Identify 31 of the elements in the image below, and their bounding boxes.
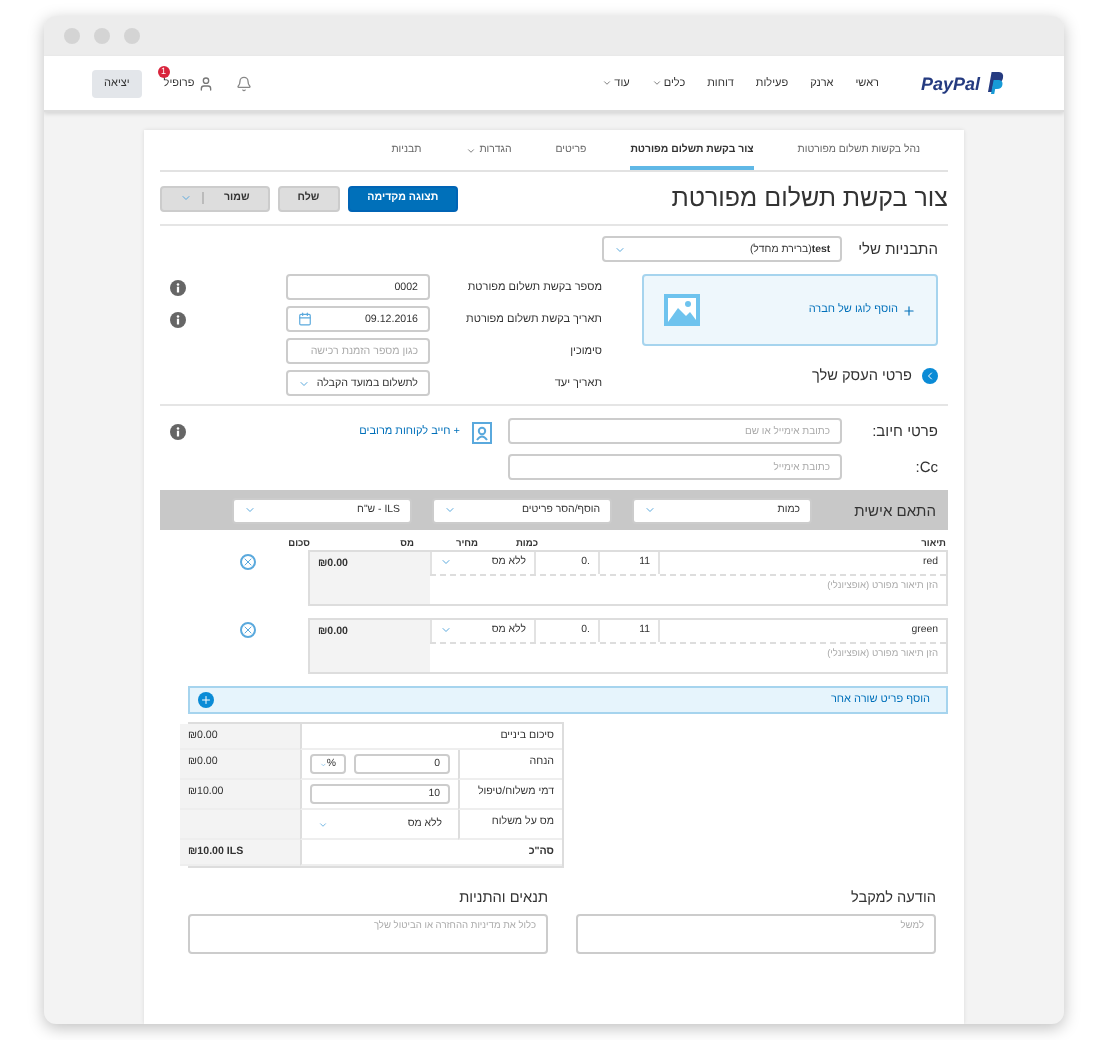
chevron-down-icon xyxy=(440,556,452,568)
chevron-circle-icon xyxy=(922,367,938,383)
chevron-down-icon xyxy=(440,624,452,636)
contact-card-icon xyxy=(472,419,492,443)
chevron-down-icon xyxy=(651,78,662,88)
bell-icon[interactable] xyxy=(236,75,253,91)
chevron-down-icon xyxy=(298,377,310,389)
user-icon xyxy=(198,75,215,91)
chevron-down-icon xyxy=(318,819,328,829)
chevron-down-icon xyxy=(180,192,192,204)
info-icon[interactable] xyxy=(170,279,186,295)
window-control-dot[interactable] xyxy=(94,28,110,44)
window-control-dot[interactable] xyxy=(124,28,140,44)
plus-icon xyxy=(902,303,916,317)
chevron-down-icon xyxy=(244,504,256,516)
remove-icon[interactable] xyxy=(240,554,256,570)
calendar-icon xyxy=(298,312,312,326)
chevron-down-icon xyxy=(644,504,656,516)
paypal-logo[interactable]: PayPal xyxy=(920,72,1004,94)
page-title: צור בקשת תשלום מפורטת xyxy=(671,184,948,212)
chevron-down-icon xyxy=(602,78,613,88)
plus-circle-icon xyxy=(198,692,214,708)
remove-icon[interactable] xyxy=(240,622,256,638)
paypal-logo-icon xyxy=(986,72,1004,94)
window-control-dot[interactable] xyxy=(64,28,80,44)
image-icon xyxy=(664,294,700,326)
info-icon[interactable] xyxy=(170,423,186,439)
info-icon[interactable] xyxy=(170,311,186,327)
chevron-down-icon xyxy=(444,504,456,516)
chevron-down-icon xyxy=(465,145,476,155)
chevron-down-icon xyxy=(614,243,627,255)
